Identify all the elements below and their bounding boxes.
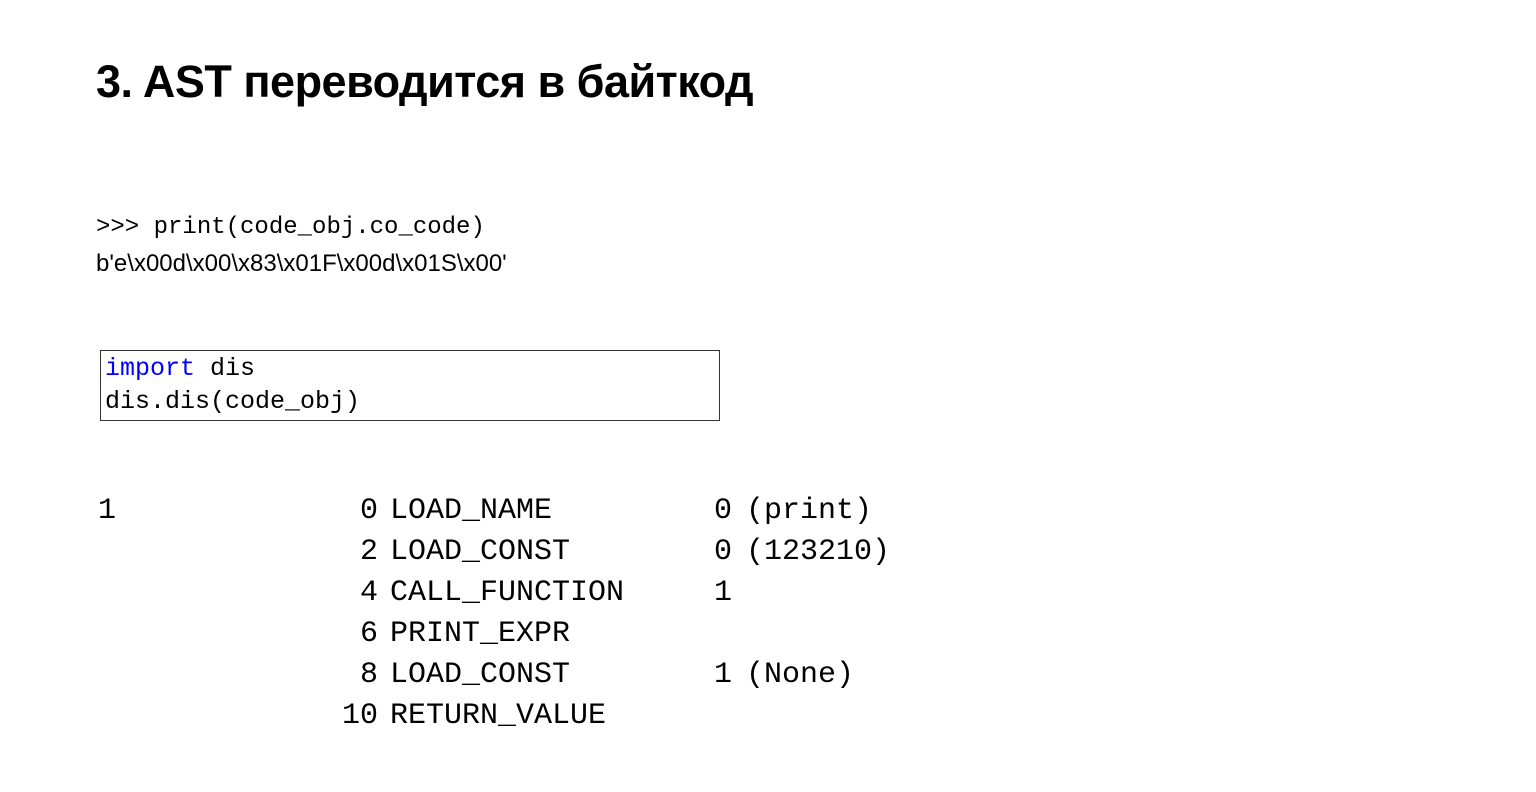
bytecode-argval: (print) <box>746 492 890 531</box>
repl-output: >>> print(code_obj.co_code) b'e\x00d\x00… <box>96 210 507 282</box>
slide-title: 3. AST переводится в байткод <box>96 56 753 108</box>
bytecode-row: 4 CALL_FUNCTION 1 <box>98 574 890 613</box>
bytecode-op: RETURN_VALUE <box>390 697 700 736</box>
code-line-1: import dis <box>105 353 715 386</box>
bytecode-line <box>98 533 328 572</box>
bytecode-row: 8 LOAD_CONST 1 (None) <box>98 656 890 695</box>
code-box: import dis dis.dis(code_obj) <box>100 350 720 421</box>
import-keyword: import <box>105 354 195 383</box>
repl-line-1: >>> print(code_obj.co_code) <box>96 210 507 246</box>
bytecode-arg <box>702 615 744 654</box>
bytecode-op: CALL_FUNCTION <box>390 574 700 613</box>
slide: 3. AST переводится в байткод >>> print(c… <box>0 0 1536 792</box>
bytecode-line <box>98 697 328 736</box>
bytecode-arg: 0 <box>702 533 744 572</box>
bytecode-arg: 0 <box>702 492 744 531</box>
bytecode-offset: 0 <box>330 492 388 531</box>
bytecode-op: LOAD_CONST <box>390 656 700 695</box>
bytecode-offset: 6 <box>330 615 388 654</box>
bytecode-offset: 2 <box>330 533 388 572</box>
bytecode-line: 1 <box>98 492 328 531</box>
bytecode-argval: (None) <box>746 656 890 695</box>
import-module: dis <box>195 354 255 383</box>
bytecode-argval: (123210) <box>746 533 890 572</box>
bytecode-line <box>98 574 328 613</box>
bytecode-op: PRINT_EXPR <box>390 615 700 654</box>
bytecode-op: LOAD_CONST <box>390 533 700 572</box>
bytecode-row: 1 0 LOAD_NAME 0 (print) <box>98 492 890 531</box>
bytecode-arg <box>702 697 744 736</box>
bytecode-offset: 8 <box>330 656 388 695</box>
bytecode-row: 10 RETURN_VALUE <box>98 697 890 736</box>
bytecode-arg: 1 <box>702 574 744 613</box>
bytecode-arg: 1 <box>702 656 744 695</box>
bytecode-row: 6 PRINT_EXPR <box>98 615 890 654</box>
bytecode-argval <box>746 697 890 736</box>
bytecode-offset: 10 <box>330 697 388 736</box>
bytecode-row: 2 LOAD_CONST 0 (123210) <box>98 533 890 572</box>
bytecode-table: 1 0 LOAD_NAME 0 (print) 2 LOAD_CONST 0 (… <box>96 490 892 738</box>
bytecode-op: LOAD_NAME <box>390 492 700 531</box>
bytecode-argval <box>746 574 890 613</box>
bytecode-line <box>98 615 328 654</box>
bytecode-argval <box>746 615 890 654</box>
code-line-2: dis.dis(code_obj) <box>105 386 715 419</box>
bytecode-line <box>98 656 328 695</box>
bytecode-offset: 4 <box>330 574 388 613</box>
repl-line-2: b'e\x00d\x00\x83\x01F\x00d\x01S\x00' <box>96 246 507 282</box>
